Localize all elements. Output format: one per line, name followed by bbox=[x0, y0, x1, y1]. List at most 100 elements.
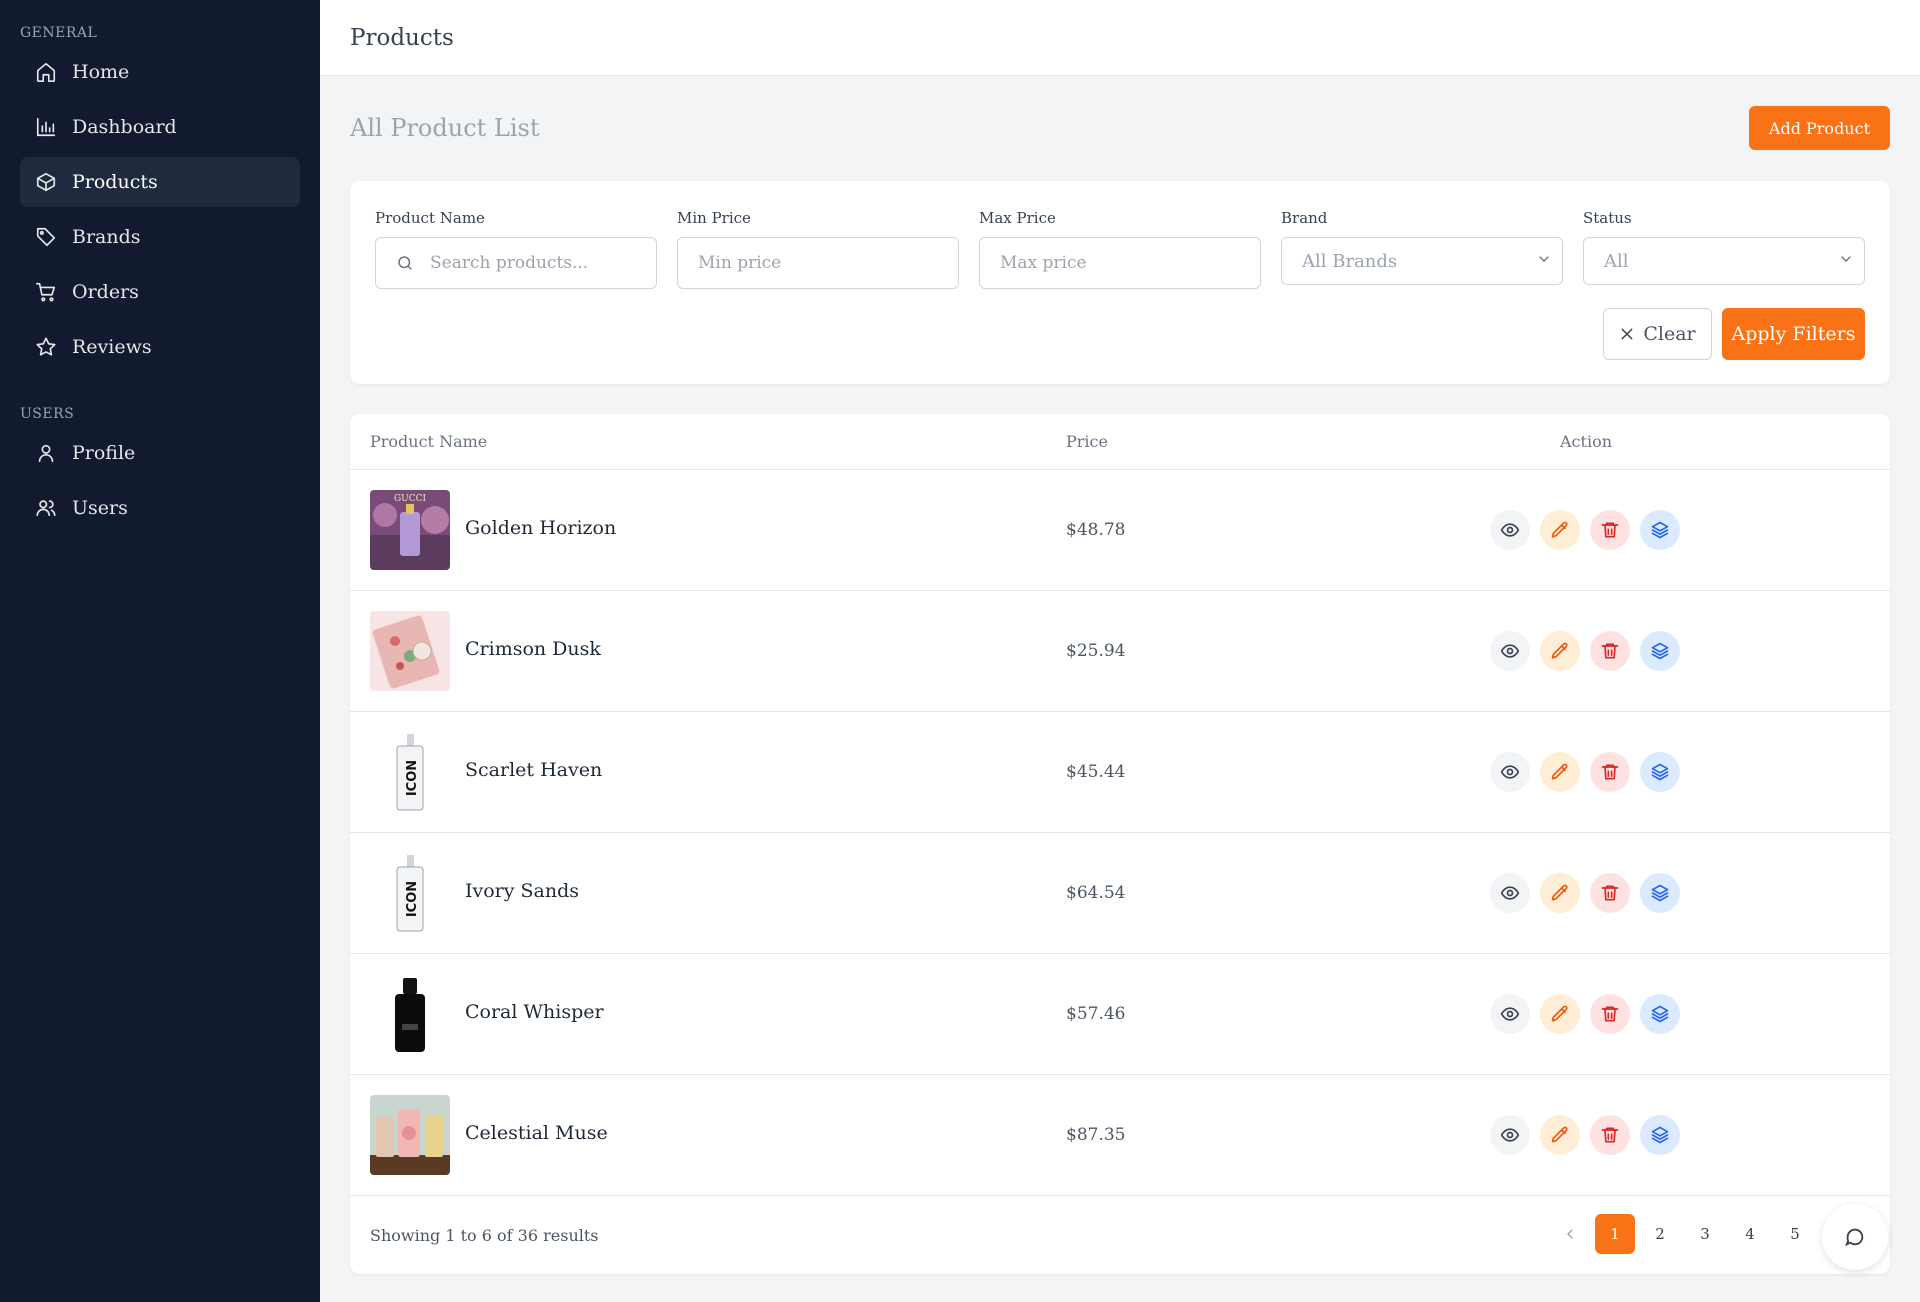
eye-icon bbox=[1500, 644, 1520, 658]
row-actions bbox=[1490, 631, 1680, 671]
pencil-icon bbox=[1551, 1126, 1568, 1143]
view-button[interactable] bbox=[1490, 631, 1530, 671]
sidebar: GENERAL Home Dashboard Products Brands O… bbox=[0, 0, 320, 1302]
sidebar-item-products[interactable]: Products bbox=[20, 157, 300, 207]
box-icon bbox=[34, 170, 58, 194]
product-name: Golden Horizon bbox=[465, 517, 617, 539]
page-button-5[interactable]: 5 bbox=[1775, 1214, 1815, 1254]
edit-button[interactable] bbox=[1540, 510, 1580, 550]
view-button[interactable] bbox=[1490, 873, 1530, 913]
product-thumbnail bbox=[370, 611, 450, 691]
variants-button[interactable] bbox=[1640, 752, 1680, 792]
table-row: GUCCI Golden Horizon $48.78 bbox=[350, 470, 1890, 591]
sidebar-item-dashboard[interactable]: Dashboard bbox=[20, 102, 300, 152]
thumb-brand-label: GUCCI bbox=[394, 494, 427, 504]
trash-icon bbox=[1601, 1127, 1619, 1143]
product-price: $87.35 bbox=[1066, 1125, 1126, 1145]
view-button[interactable] bbox=[1490, 1115, 1530, 1155]
eye-icon bbox=[1500, 886, 1520, 900]
variants-button[interactable] bbox=[1640, 873, 1680, 913]
edit-button[interactable] bbox=[1540, 1115, 1580, 1155]
table-footer: Showing 1 to 6 of 36 results 1 2 3 4 5 bbox=[350, 1195, 1890, 1274]
brand-select[interactable]: All Brands bbox=[1281, 237, 1563, 285]
sidebar-item-label: Users bbox=[72, 497, 128, 519]
pagination: 1 2 3 4 5 bbox=[1550, 1214, 1860, 1254]
sidebar-item-users[interactable]: Users bbox=[20, 483, 300, 533]
min-price-label: Min Price bbox=[677, 209, 751, 227]
sidebar-item-label: Home bbox=[72, 61, 130, 83]
delete-button[interactable] bbox=[1590, 752, 1630, 792]
prev-page-button[interactable] bbox=[1550, 1214, 1590, 1254]
thumb-brand-label: ICON bbox=[405, 881, 420, 917]
clear-filters-button[interactable]: Clear bbox=[1603, 308, 1712, 360]
clear-label: Clear bbox=[1643, 323, 1696, 345]
delete-button[interactable] bbox=[1590, 873, 1630, 913]
sidebar-item-profile[interactable]: Profile bbox=[20, 428, 300, 478]
pencil-icon bbox=[1551, 763, 1568, 780]
variants-button[interactable] bbox=[1640, 631, 1680, 671]
delete-button[interactable] bbox=[1590, 994, 1630, 1034]
min-price-input[interactable]: Min price bbox=[677, 237, 959, 289]
variants-button[interactable] bbox=[1640, 994, 1680, 1034]
results-info: Showing 1 to 6 of 36 results bbox=[370, 1226, 599, 1245]
row-actions bbox=[1490, 1115, 1680, 1155]
product-price: $64.54 bbox=[1066, 883, 1126, 903]
tag-icon bbox=[34, 225, 58, 249]
floating-chat-button[interactable] bbox=[1822, 1204, 1888, 1270]
sidebar-item-label: Products bbox=[72, 171, 158, 193]
product-search-input[interactable]: Search products... bbox=[375, 237, 657, 289]
product-name: Crimson Dusk bbox=[465, 638, 601, 660]
variants-button[interactable] bbox=[1640, 510, 1680, 550]
product-thumbnail: ICON bbox=[370, 732, 450, 812]
edit-button[interactable] bbox=[1540, 873, 1580, 913]
view-button[interactable] bbox=[1490, 994, 1530, 1034]
page-title: Products bbox=[350, 24, 454, 51]
layers-icon bbox=[1651, 521, 1669, 539]
min-price-filter: Min Price Min price bbox=[677, 209, 959, 289]
page-button-1[interactable]: 1 bbox=[1595, 1214, 1635, 1254]
sidebar-item-home[interactable]: Home bbox=[20, 47, 300, 97]
chevron-left-icon bbox=[1567, 1229, 1573, 1239]
sidebar-item-orders[interactable]: Orders bbox=[20, 267, 300, 317]
variants-button[interactable] bbox=[1640, 1115, 1680, 1155]
max-price-label: Max Price bbox=[979, 209, 1056, 227]
sidebar-item-label: Profile bbox=[72, 442, 136, 464]
edit-button[interactable] bbox=[1540, 631, 1580, 671]
column-header-action: Action bbox=[1560, 432, 1612, 451]
edit-button[interactable] bbox=[1540, 752, 1580, 792]
view-button[interactable] bbox=[1490, 510, 1530, 550]
delete-button[interactable] bbox=[1590, 510, 1630, 550]
status-select[interactable]: All bbox=[1583, 237, 1865, 285]
page-heading-bar: All Product List Add Product bbox=[350, 106, 1890, 150]
sidebar-item-reviews[interactable]: Reviews bbox=[20, 322, 300, 372]
layers-icon bbox=[1651, 1005, 1669, 1023]
page-button-4[interactable]: 4 bbox=[1730, 1214, 1770, 1254]
delete-button[interactable] bbox=[1590, 1115, 1630, 1155]
user-icon bbox=[34, 441, 58, 465]
view-button[interactable] bbox=[1490, 752, 1530, 792]
apply-filters-button[interactable]: Apply Filters bbox=[1722, 308, 1865, 360]
delete-button[interactable] bbox=[1590, 631, 1630, 671]
table-header: Product Name Price Action bbox=[350, 414, 1890, 470]
home-icon bbox=[34, 60, 58, 84]
layers-icon bbox=[1651, 1126, 1669, 1144]
max-price-placeholder: Max price bbox=[1000, 253, 1087, 273]
product-thumbnail bbox=[370, 1095, 450, 1175]
bar-chart-icon bbox=[34, 115, 58, 139]
eye-icon bbox=[1500, 1007, 1520, 1021]
sidebar-item-label: Orders bbox=[72, 281, 139, 303]
product-name-filter: Product Name Search products... bbox=[375, 209, 657, 289]
layers-icon bbox=[1651, 884, 1669, 902]
page-button-3[interactable]: 3 bbox=[1685, 1214, 1725, 1254]
edit-button[interactable] bbox=[1540, 994, 1580, 1034]
max-price-input[interactable]: Max price bbox=[979, 237, 1261, 289]
sidebar-item-brands[interactable]: Brands bbox=[20, 212, 300, 262]
product-thumbnail: ICON bbox=[370, 853, 450, 933]
pencil-icon bbox=[1551, 521, 1568, 538]
row-actions bbox=[1490, 873, 1680, 913]
page-button-2[interactable]: 2 bbox=[1640, 1214, 1680, 1254]
add-product-button[interactable]: Add Product bbox=[1748, 106, 1890, 150]
layers-icon bbox=[1651, 642, 1669, 660]
filter-panel: Product Name Search products... Min Pric… bbox=[350, 181, 1890, 384]
pencil-icon bbox=[1551, 884, 1568, 901]
